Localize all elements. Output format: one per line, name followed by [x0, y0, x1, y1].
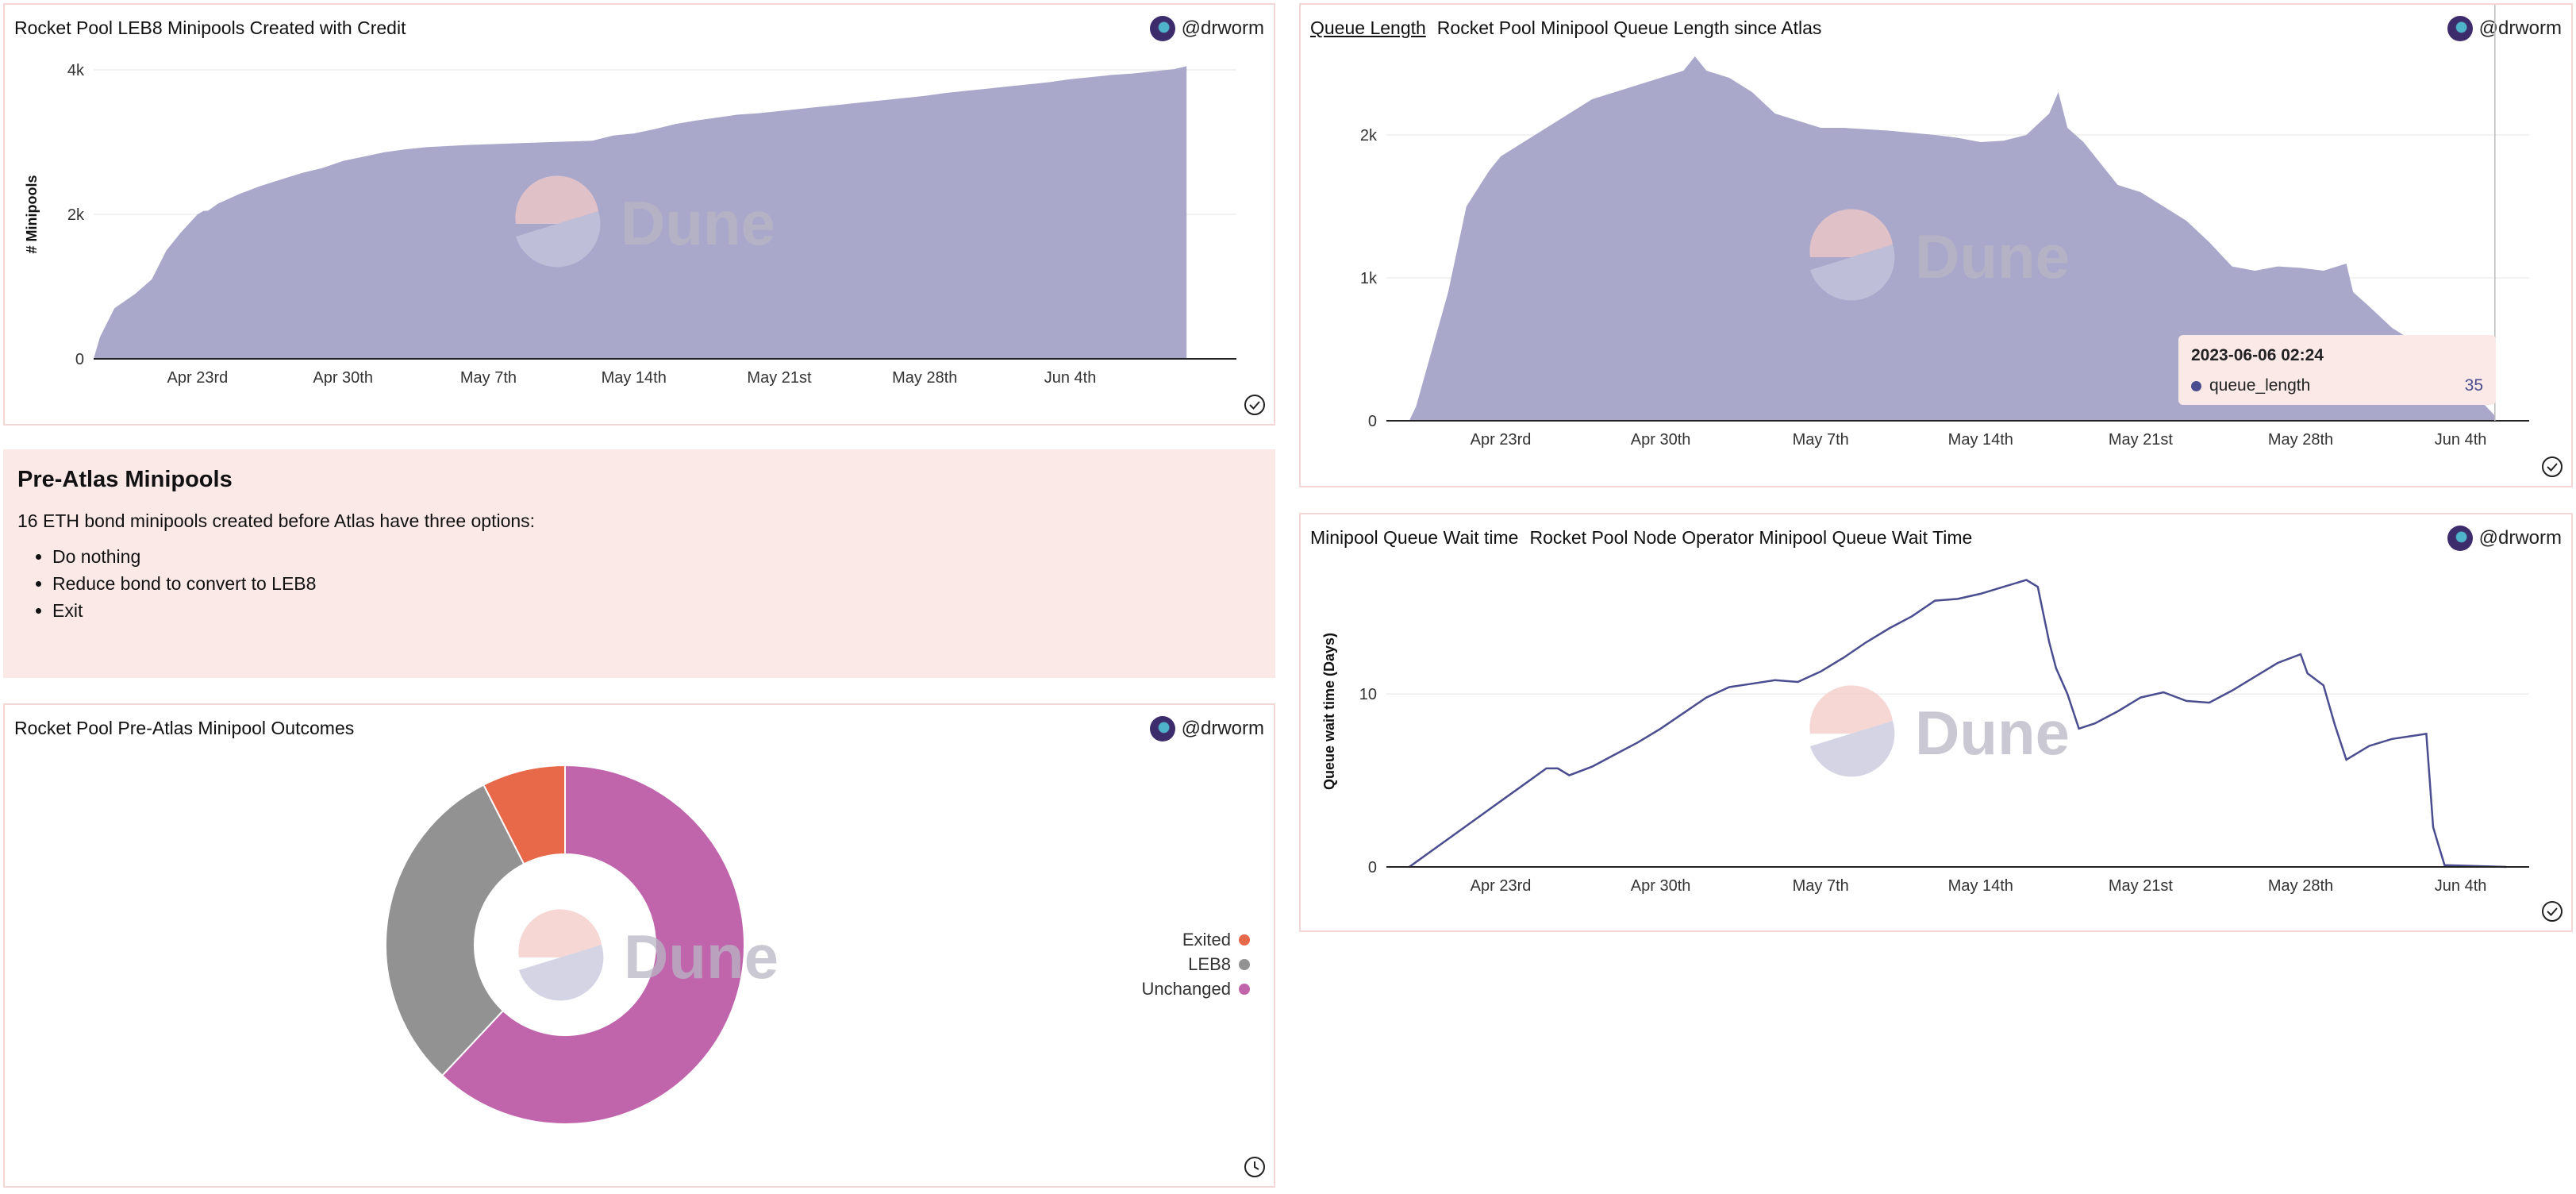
- tooltip-value: 35: [2464, 376, 2483, 395]
- legend-label: Exited: [1182, 930, 1231, 949]
- outcomes-pie-chart: Dune: [385, 764, 779, 1125]
- x-tick-label: May 7th: [1793, 431, 1849, 449]
- legend-item-exited[interactable]: Exited: [1141, 927, 1250, 952]
- leb8-credit-card: Rocket Pool LEB8 Minipools Created with …: [3, 3, 1275, 426]
- legend-dot: [1239, 934, 1250, 946]
- x-tick-label: Jun 4th: [2435, 877, 2487, 895]
- note-text: 16 ETH bond minipools created before Atl…: [17, 510, 536, 531]
- check-circle-icon: [2542, 456, 2563, 477]
- x-tick-label: Apr 30th: [313, 369, 373, 387]
- check-circle-icon: [1244, 395, 1265, 415]
- x-tick-label: May 21st: [747, 369, 812, 387]
- watermark-text: Dune: [1915, 221, 2070, 291]
- queue-length-chart: 0 1k 2k Apr 23rd Apr 30th May 7th May 14th May …: [1360, 5, 2529, 449]
- legend-label: LEB8: [1188, 954, 1231, 974]
- legend-label: Unchanged: [1141, 979, 1231, 999]
- x-tick-label: May 21st: [2109, 877, 2174, 895]
- legend-item-leb8[interactable]: LEB8: [1141, 952, 1250, 976]
- note-list: Do nothing Reduce bond to convert to LEB…: [52, 543, 1261, 624]
- y-axis-title: Queue wait time (Days): [1321, 633, 1337, 790]
- pie-legend: Exited LEB8 Unchanged: [1141, 927, 1250, 1001]
- note-item: Reduce bond to convert to LEB8: [52, 570, 1261, 597]
- x-tick-label: May 28th: [2268, 877, 2333, 895]
- x-tick-label: Jun 4th: [2435, 431, 2487, 449]
- watermark-text: Dune: [1915, 698, 2070, 768]
- outcomes-card: Rocket Pool Pre-Atlas Minipool Outcomes …: [3, 703, 1275, 1188]
- leb8-credit-chart: 0 2k 4k Apr 23rd Apr 30th May 7th May 14th May …: [24, 62, 1236, 387]
- x-tick-label: Jun 4th: [1044, 369, 1097, 387]
- y-tick-label: 0: [1368, 413, 1377, 430]
- y-tick-label: 2k: [1360, 127, 1378, 144]
- tooltip-series: queue_length: [2209, 376, 2311, 395]
- x-tick-label: Apr 23rd: [1471, 877, 1532, 895]
- watermark-text: Dune: [624, 922, 779, 992]
- clock-icon: [1244, 1157, 1265, 1177]
- tooltip-date: 2023-06-06 02:24: [2191, 346, 2324, 364]
- x-tick-label: Apr 30th: [1631, 431, 1691, 449]
- note-item: Exit: [52, 597, 1261, 624]
- wait-time-card: Minipool Queue Wait time Rocket Pool Node…: [1299, 513, 2573, 932]
- tooltip-row: queue_length 35: [2191, 376, 2483, 395]
- y-tick-label: 2k: [67, 206, 85, 224]
- y-axis-title: # Minipools: [24, 175, 40, 254]
- x-tick-label: May 14th: [1948, 431, 2013, 449]
- tooltip-series-dot: [2191, 380, 2201, 391]
- note-heading: Pre-Atlas Minipools: [17, 467, 233, 492]
- x-tick-label: May 14th: [602, 369, 667, 387]
- pre-atlas-note: Pre-Atlas Minipools 16 ETH bond minipool…: [3, 449, 1275, 678]
- watermark-text: Dune: [621, 188, 775, 258]
- queue-length-card: Queue Length Rocket Pool Minipool Queue L…: [1299, 3, 2573, 487]
- x-tick-label: May 28th: [2268, 431, 2333, 449]
- x-tick-label: Apr 30th: [1631, 877, 1691, 895]
- wait-time-chart: 0 10 Apr 23rd Apr 30th May 7th May 14th May 21…: [1321, 579, 2529, 895]
- legend-dot: [1239, 983, 1250, 995]
- x-tick-label: May 7th: [1793, 877, 1849, 895]
- y-tick-label: 10: [1359, 686, 1377, 703]
- y-tick-label: 0: [75, 351, 84, 368]
- x-tick-label: May 14th: [1948, 877, 2013, 895]
- check-circle-icon: [2542, 901, 2563, 922]
- x-tick-label: May 7th: [460, 369, 517, 387]
- y-tick-label: 0: [1368, 859, 1377, 876]
- legend-dot: [1239, 958, 1250, 970]
- x-tick-label: May 28th: [892, 369, 957, 387]
- chart-tooltip: 2023-06-06 02:24 queue_length 35: [2178, 335, 2496, 405]
- x-tick-label: Apr 23rd: [1471, 431, 1532, 449]
- x-tick-label: May 21st: [2109, 431, 2174, 449]
- x-tick-label: Apr 23rd: [167, 369, 229, 387]
- y-tick-label: 1k: [1360, 270, 1378, 287]
- y-tick-label: 4k: [67, 62, 85, 79]
- legend-item-unchanged[interactable]: Unchanged: [1141, 976, 1250, 1001]
- note-item: Do nothing: [52, 543, 1261, 570]
